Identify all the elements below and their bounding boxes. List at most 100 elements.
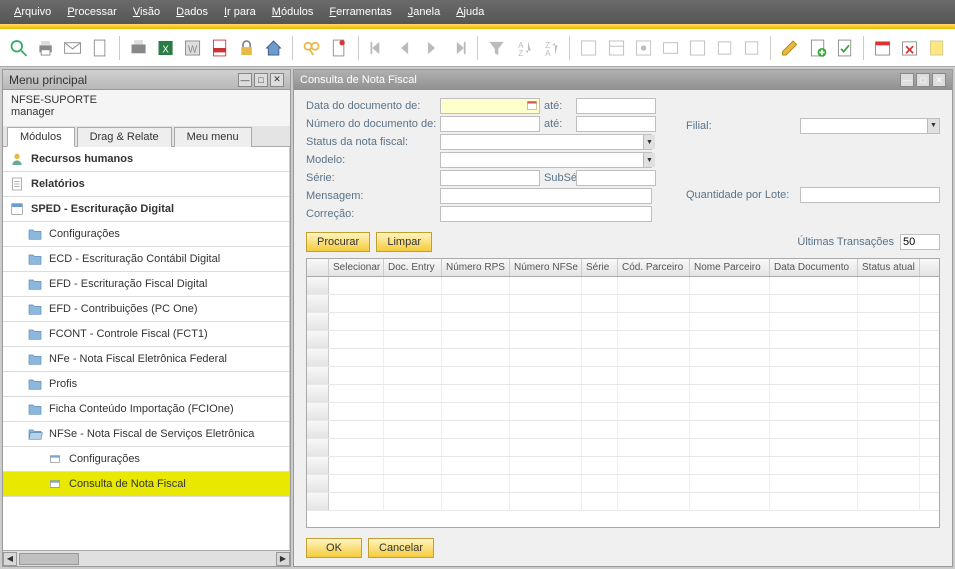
table-row[interactable] — [307, 439, 939, 457]
table-row[interactable] — [307, 349, 939, 367]
horizontal-scrollbar[interactable]: ◀ ▶ — [3, 550, 290, 566]
cal-x-icon[interactable] — [899, 37, 920, 59]
tool5-icon[interactable] — [687, 37, 708, 59]
next-icon[interactable] — [421, 37, 442, 59]
column-header[interactable]: Selecionar — [329, 259, 384, 276]
calendar-icon[interactable] — [526, 99, 538, 111]
home-icon[interactable] — [263, 37, 284, 59]
data-doc-ate-input[interactable] — [576, 98, 656, 114]
column-header[interactable]: Nome Parceiro — [690, 259, 770, 276]
subserie-input[interactable] — [576, 170, 656, 186]
ult-trans-input[interactable] — [900, 234, 940, 250]
tree-item[interactable]: Consulta de Nota Fiscal — [3, 472, 289, 497]
pdf-icon[interactable] — [209, 37, 230, 59]
filter-icon[interactable] — [486, 37, 507, 59]
tool4-icon[interactable] — [660, 37, 681, 59]
column-header[interactable]: Cód. Parceiro — [618, 259, 690, 276]
excel-icon[interactable]: X — [155, 37, 176, 59]
tree-item[interactable]: Profis — [3, 372, 289, 397]
tree-item[interactable]: Relatórios — [3, 172, 289, 197]
mail-icon[interactable] — [62, 37, 83, 59]
tree-item[interactable]: Recursos humanos — [3, 147, 289, 172]
menu-visao[interactable]: Visão — [125, 6, 168, 18]
data-doc-de-input[interactable] — [440, 98, 540, 114]
menu-ferramentas[interactable]: Ferramentas — [321, 6, 399, 18]
doc-icon[interactable] — [89, 37, 110, 59]
tree-item[interactable]: EFD - Escrituração Fiscal Digital — [3, 272, 289, 297]
table-row[interactable] — [307, 367, 939, 385]
print-icon[interactable] — [35, 37, 56, 59]
column-header[interactable] — [307, 259, 329, 276]
form-minimize-icon[interactable]: — — [900, 73, 914, 87]
last-icon[interactable] — [448, 37, 469, 59]
chevron-down-icon[interactable]: ▼ — [643, 153, 655, 167]
chevron-down-icon[interactable]: ▼ — [643, 135, 655, 149]
tab-modulos[interactable]: Módulos — [7, 127, 75, 147]
table-row[interactable] — [307, 475, 939, 493]
tree-item[interactable]: Ficha Conteúdo Importação (FCIOne) — [3, 397, 289, 422]
maximize-icon[interactable]: □ — [254, 73, 268, 87]
module-tree[interactable]: Recursos humanosRelatóriosSPED - Escritu… — [3, 147, 290, 550]
menu-janela[interactable]: Janela — [400, 6, 448, 18]
filial-combo[interactable] — [800, 118, 940, 134]
column-header[interactable]: Data Documento — [770, 259, 858, 276]
tool3-icon[interactable] — [633, 37, 654, 59]
find-icon[interactable] — [301, 37, 322, 59]
note-icon[interactable] — [926, 37, 947, 59]
tree-item[interactable]: FCONT - Controle Fiscal (FCT1) — [3, 322, 289, 347]
column-header[interactable]: Número RPS — [442, 259, 510, 276]
cancelar-button[interactable]: Cancelar — [368, 538, 434, 558]
add-icon[interactable] — [807, 37, 828, 59]
table-row[interactable] — [307, 277, 939, 295]
tab-meu-menu[interactable]: Meu menu — [174, 127, 252, 147]
column-header[interactable]: Doc. Entry — [384, 259, 442, 276]
minimize-icon[interactable]: — — [238, 73, 252, 87]
menu-processar[interactable]: Processar — [59, 6, 125, 18]
edit-icon[interactable] — [779, 37, 800, 59]
tree-item[interactable]: Configurações — [3, 447, 289, 472]
search-icon[interactable] — [8, 37, 29, 59]
sort-za-icon[interactable]: ZA — [540, 37, 561, 59]
form-maximize-icon[interactable]: □ — [916, 73, 930, 87]
first-icon[interactable] — [367, 37, 388, 59]
tool1-icon[interactable] — [578, 37, 599, 59]
table-row[interactable] — [307, 295, 939, 313]
ok-button[interactable]: OK — [306, 538, 362, 558]
procurar-button[interactable]: Procurar — [306, 232, 370, 252]
menu-dados[interactable]: Dados — [168, 6, 216, 18]
table-row[interactable] — [307, 403, 939, 421]
results-table[interactable]: SelecionarDoc. EntryNúmero RPSNúmero NFS… — [306, 258, 940, 528]
table-row[interactable] — [307, 493, 939, 511]
table-row[interactable] — [307, 331, 939, 349]
mensagem-input[interactable] — [440, 188, 652, 204]
tool7-icon[interactable] — [741, 37, 762, 59]
close-icon[interactable]: ✕ — [270, 73, 284, 87]
prev-icon[interactable] — [394, 37, 415, 59]
modelo-combo[interactable] — [440, 152, 652, 168]
fax-icon[interactable] — [128, 37, 149, 59]
table-row[interactable] — [307, 313, 939, 331]
menu-modulos[interactable]: Módulos — [264, 6, 322, 18]
tree-item[interactable]: SPED - Escrituração Digital — [3, 197, 289, 222]
menu-ajuda[interactable]: Ajuda — [448, 6, 492, 18]
menu-irpara[interactable]: Ir para — [216, 6, 264, 18]
tree-item[interactable]: EFD - Contribuições (PC One) — [3, 297, 289, 322]
limpar-button[interactable]: Limpar — [376, 232, 432, 252]
qtd-lote-input[interactable] — [800, 187, 940, 203]
tool2-icon[interactable] — [606, 37, 627, 59]
tool6-icon[interactable] — [714, 37, 735, 59]
column-header[interactable]: Status atual — [858, 259, 920, 276]
word-icon[interactable]: W — [182, 37, 203, 59]
status-combo[interactable] — [440, 134, 652, 150]
tree-item[interactable]: Configurações — [3, 222, 289, 247]
tab-drag-relate[interactable]: Drag & Relate — [77, 127, 172, 147]
sort-az-icon[interactable]: AZ — [513, 37, 534, 59]
check-icon[interactable] — [834, 37, 855, 59]
table-row[interactable] — [307, 457, 939, 475]
tree-item[interactable]: NFSe - Nota Fiscal de Serviços Eletrônic… — [3, 422, 289, 447]
table-row[interactable] — [307, 385, 939, 403]
table-row[interactable] — [307, 421, 939, 439]
chevron-down-icon[interactable]: ▼ — [927, 119, 939, 133]
correcao-input[interactable] — [440, 206, 652, 222]
tree-item[interactable]: NFe - Nota Fiscal Eletrônica Federal — [3, 347, 289, 372]
